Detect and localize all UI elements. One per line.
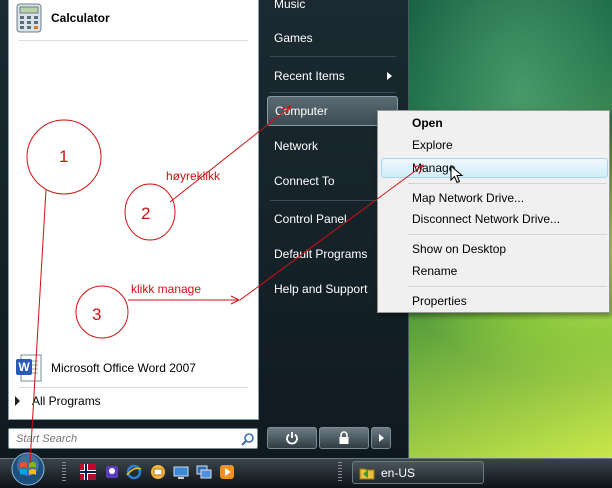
mouse-cursor-icon bbox=[450, 165, 464, 184]
lock-button[interactable] bbox=[319, 427, 369, 449]
norway-flag-icon[interactable] bbox=[80, 464, 96, 480]
pinned-item-calculator[interactable]: Calculator bbox=[13, 0, 110, 36]
switch-windows-icon[interactable] bbox=[196, 464, 212, 480]
right-item-label: Help and Support bbox=[274, 282, 368, 296]
right-item-games[interactable]: Games bbox=[267, 23, 398, 53]
menu-item-explore[interactable]: Explore bbox=[412, 135, 453, 155]
right-item-label: Computer bbox=[275, 104, 328, 118]
taskbar-grip[interactable] bbox=[62, 462, 66, 482]
taskbar-button-label: en-US bbox=[381, 465, 416, 480]
right-item-recent-items[interactable]: Recent Items bbox=[267, 61, 398, 91]
svg-text:W: W bbox=[18, 360, 30, 374]
start-menu: Calculator W Microsoft Office Word 2007 … bbox=[0, 0, 409, 458]
mail-icon[interactable] bbox=[150, 464, 166, 480]
all-programs-divider bbox=[19, 387, 248, 388]
shutdown-options-button[interactable] bbox=[371, 427, 391, 449]
power-icon bbox=[286, 432, 298, 445]
right-item-label: Network bbox=[274, 139, 319, 153]
right-divider bbox=[270, 92, 396, 93]
calculator-label: Calculator bbox=[51, 11, 110, 25]
word-label: Microsoft Office Word 2007 bbox=[51, 361, 196, 375]
menu-separator bbox=[408, 286, 607, 287]
power-button[interactable] bbox=[267, 427, 317, 449]
internet-explorer-icon[interactable] bbox=[126, 464, 142, 480]
search-input[interactable] bbox=[14, 431, 239, 446]
right-item-label: Control Panel bbox=[274, 212, 347, 226]
pinned-divider bbox=[19, 40, 248, 41]
menu-item-show-on-desktop[interactable]: Show on Desktop bbox=[412, 239, 506, 259]
right-item-label: Recent Items bbox=[274, 69, 345, 83]
right-item-label: Games bbox=[274, 31, 313, 45]
chevron-right-icon bbox=[15, 396, 20, 406]
right-item-label: Default Programs bbox=[274, 247, 368, 261]
menu-item-disconnect-network-drive[interactable]: Disconnect Network Drive... bbox=[412, 209, 560, 229]
messenger-icon[interactable] bbox=[104, 464, 120, 480]
right-item-label: Music bbox=[274, 0, 306, 11]
menu-item-open[interactable]: Open bbox=[412, 113, 443, 133]
start-search-box[interactable] bbox=[8, 428, 258, 449]
menu-item-map-network-drive[interactable]: Map Network Drive... bbox=[412, 188, 524, 208]
taskbar-button-en-us[interactable]: en-US bbox=[352, 461, 484, 484]
chevron-right-icon bbox=[378, 434, 384, 442]
lock-icon bbox=[339, 431, 349, 444]
start-orb-button[interactable] bbox=[6, 452, 50, 487]
calculator-icon bbox=[16, 3, 42, 33]
menu-separator bbox=[408, 183, 607, 184]
pinned-item-word[interactable]: W Microsoft Office Word 2007 bbox=[13, 350, 196, 386]
right-item-music[interactable]: Music bbox=[267, 0, 398, 19]
menu-separator bbox=[408, 234, 607, 235]
menu-item-manage[interactable]: Manage bbox=[412, 158, 455, 178]
search-icon[interactable] bbox=[239, 430, 257, 448]
menu-item-properties[interactable]: Properties bbox=[412, 291, 467, 311]
right-divider bbox=[270, 56, 396, 57]
chevron-right-icon bbox=[387, 72, 392, 80]
word-icon: W bbox=[16, 354, 42, 382]
power-button-group bbox=[267, 427, 391, 449]
show-desktop-icon[interactable] bbox=[173, 464, 189, 480]
taskbar-grip[interactable] bbox=[338, 462, 342, 482]
start-menu-left-pane: Calculator W Microsoft Office Word 2007 … bbox=[8, 0, 259, 420]
all-programs-label: All Programs bbox=[32, 394, 101, 408]
menu-item-rename[interactable]: Rename bbox=[412, 261, 457, 281]
computer-context-menu: Open Explore Manage Map Network Drive...… bbox=[377, 110, 610, 313]
right-item-label: Connect To bbox=[274, 174, 335, 188]
folder-icon bbox=[359, 468, 375, 479]
media-player-icon[interactable] bbox=[219, 464, 235, 480]
all-programs-button[interactable]: All Programs bbox=[15, 394, 101, 408]
